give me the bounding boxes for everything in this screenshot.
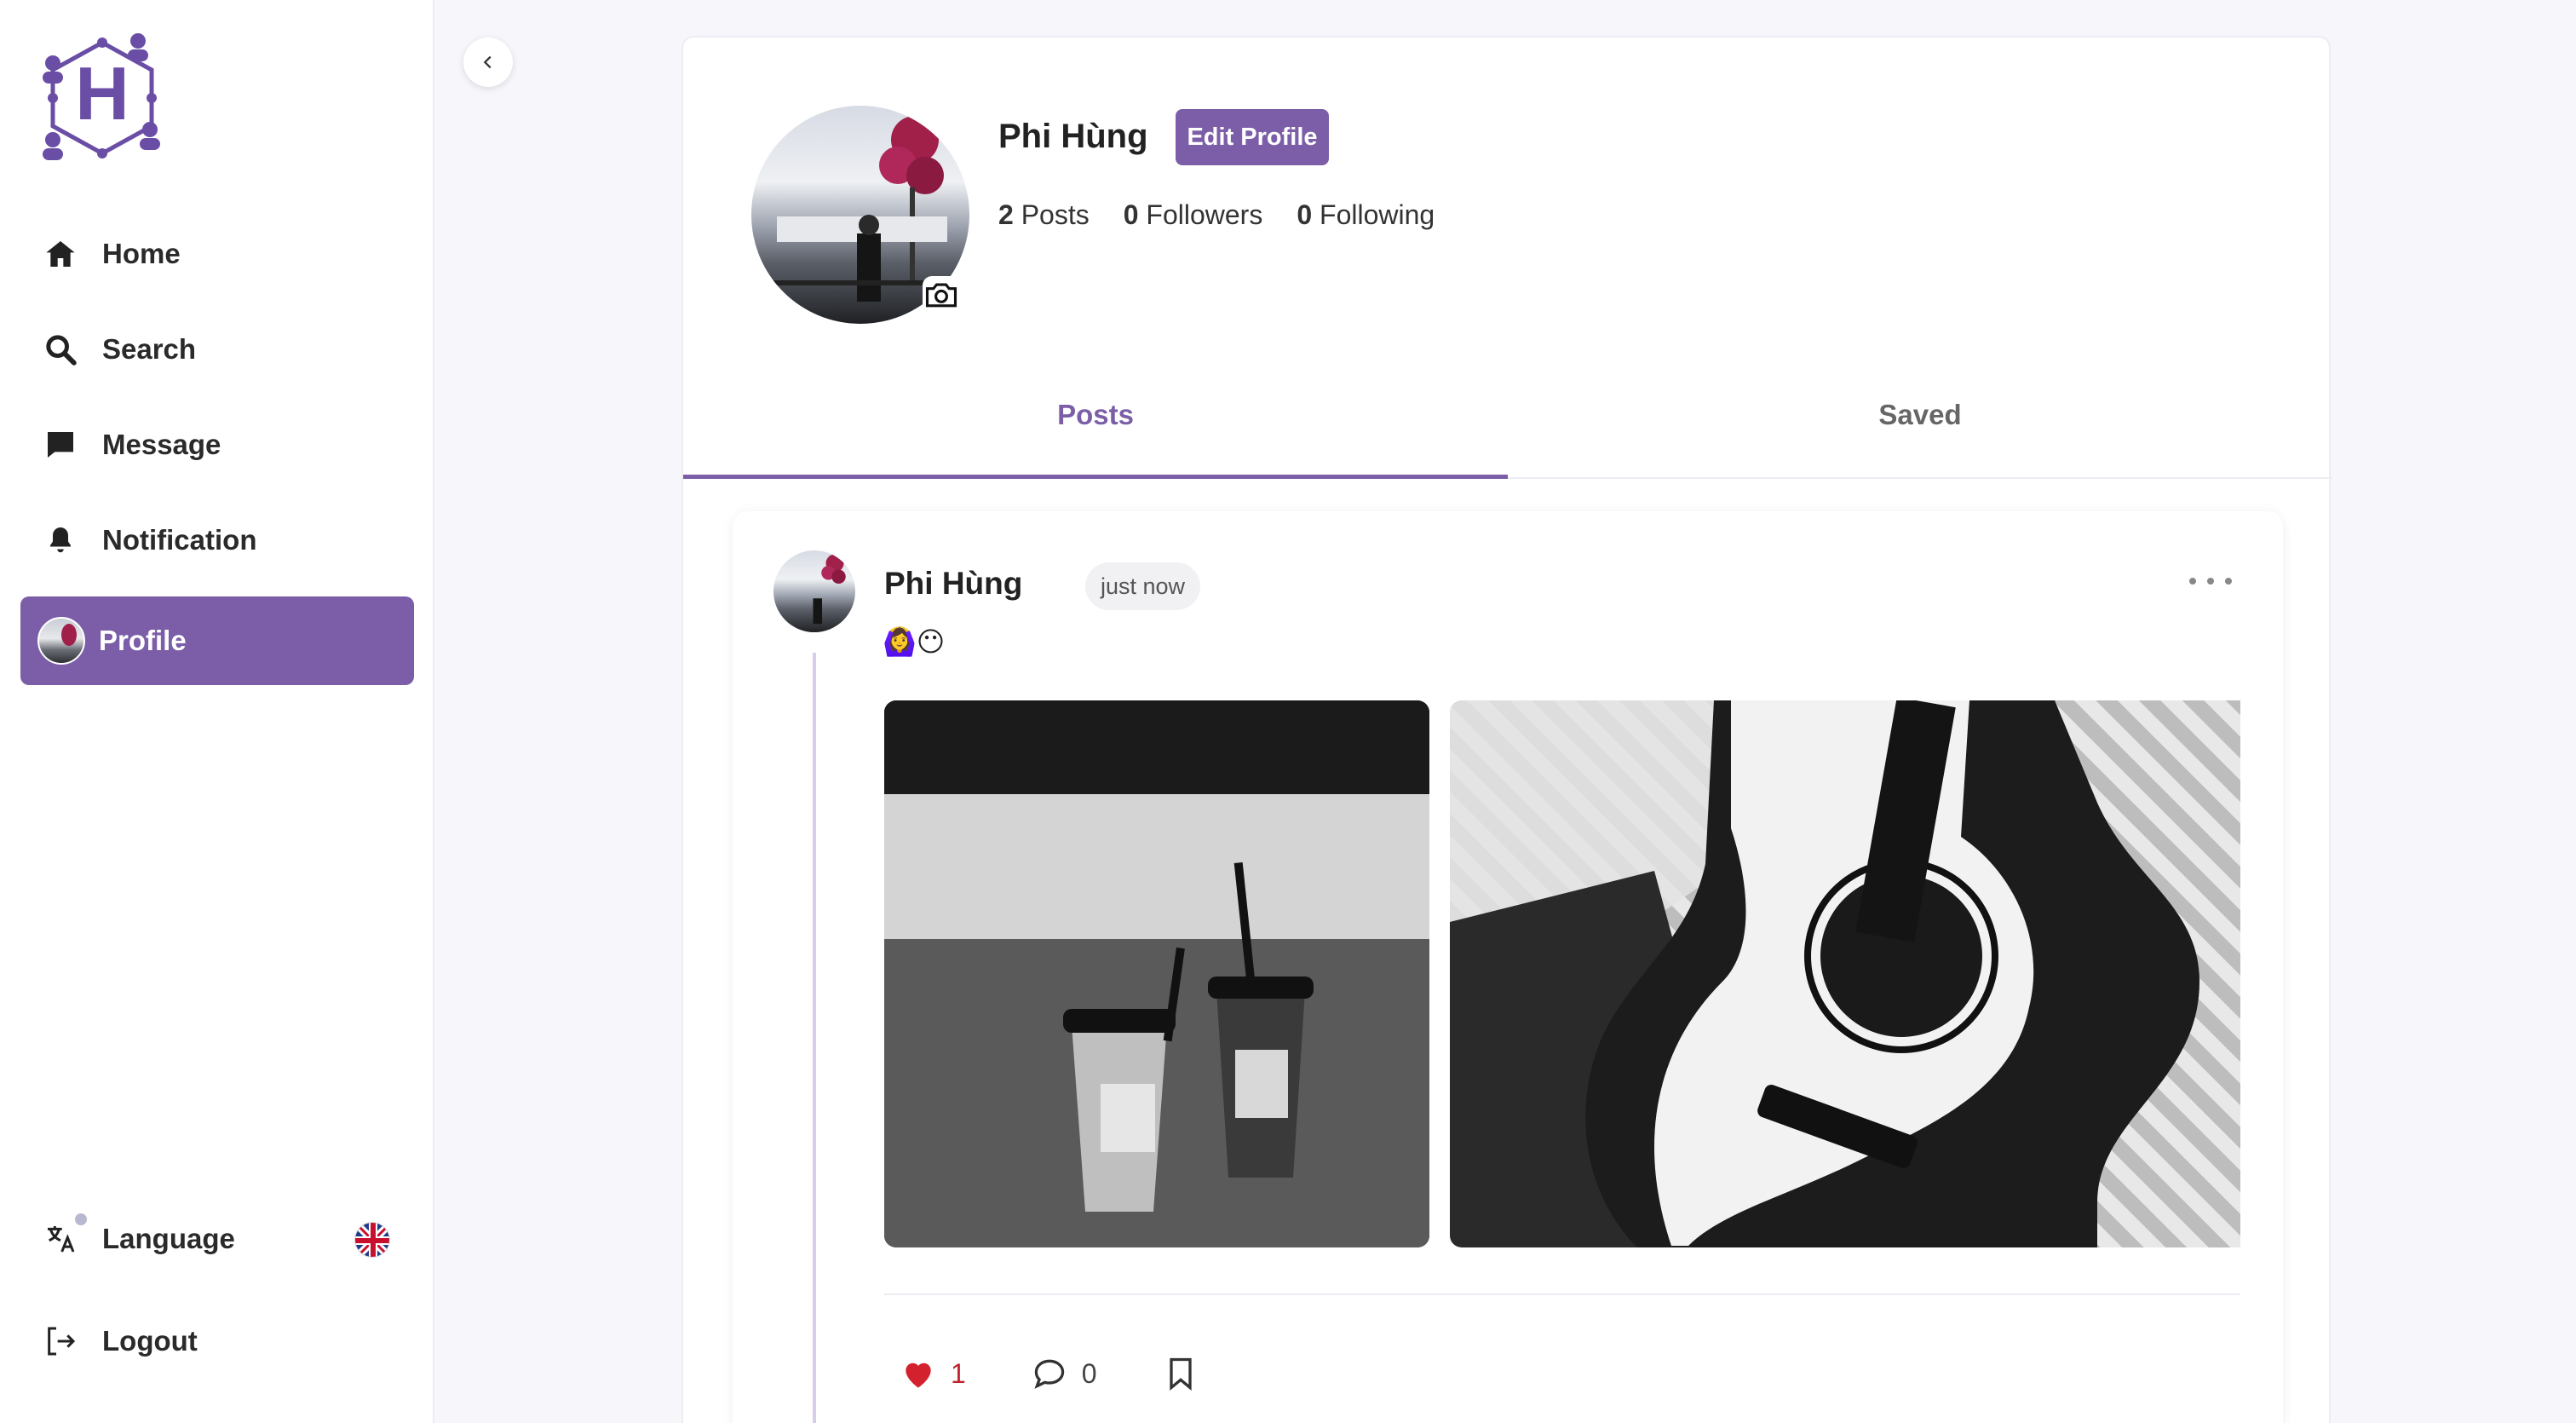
sidebar-item-label: Profile [99, 625, 187, 656]
sidebar-item-label: Message [102, 429, 221, 460]
language-selector[interactable]: Language [20, 1195, 414, 1290]
camera-icon[interactable] [920, 276, 963, 314]
sidebar-item-label: Notification [102, 524, 257, 556]
profile-card: Phi Hùng Edit Profile 2 Posts 0 Follower… [681, 36, 2332, 1423]
app: H Home Search Message Notification Profi… [0, 0, 2576, 1423]
search-icon [43, 331, 78, 367]
post-author-name[interactable]: Phi Hùng [884, 566, 1022, 602]
comment-button[interactable]: 0 [1031, 1355, 1097, 1392]
sidebar-item-search[interactable]: Search [20, 305, 414, 394]
translate-icon [43, 1221, 78, 1257]
message-icon [43, 427, 78, 463]
post-author-avatar[interactable] [773, 550, 855, 632]
logout-label: Logout [102, 1325, 198, 1357]
profile-tabs: Posts Saved [683, 378, 2332, 479]
post-image-coffee[interactable] [884, 700, 1429, 1247]
comment-count: 0 [1081, 1357, 1097, 1389]
save-button[interactable] [1162, 1355, 1213, 1392]
followers-stat[interactable]: 0 Followers [1124, 199, 1263, 231]
post-text: 🙆‍♀️😶 [883, 626, 946, 657]
post-divider [884, 1293, 2240, 1295]
app-logo[interactable]: H [34, 26, 170, 170]
post-image-guitar[interactable] [1450, 700, 2240, 1247]
tab-posts[interactable]: Posts [683, 378, 1508, 479]
sidebar-item-profile[interactable]: Profile [20, 596, 414, 685]
posts-stat[interactable]: 2 Posts [998, 199, 1090, 231]
post-time-badge: just now [1085, 562, 1201, 610]
profile-stats: 2 Posts 0 Followers 0 Following [998, 199, 1435, 231]
tab-saved[interactable]: Saved [1508, 378, 2332, 479]
logout[interactable]: Logout [20, 1297, 414, 1392]
sidebar-item-label: Home [102, 238, 181, 269]
post-actions: 1 0 [900, 1355, 1278, 1392]
heart-icon [906, 1363, 931, 1388]
home-icon [43, 236, 78, 272]
bell-icon [43, 522, 78, 558]
like-button[interactable]: 1 [900, 1355, 966, 1392]
svg-text:H: H [75, 51, 129, 135]
bookmark-icon [1169, 1357, 1192, 1391]
indicator-dot [75, 1213, 87, 1225]
edit-profile-button[interactable]: Edit Profile [1176, 109, 1329, 165]
uk-flag-icon[interactable] [354, 1222, 390, 1258]
sidebar-item-language[interactable]: Language [20, 1195, 414, 1283]
sidebar-item-notification[interactable]: Notification [20, 496, 414, 585]
like-count: 1 [951, 1357, 966, 1389]
sidebar-item-label: Search [102, 333, 197, 365]
following-stat[interactable]: 0 Following [1297, 199, 1435, 231]
more-options-icon[interactable] [2189, 573, 2232, 590]
profile-name: Phi Hùng [998, 118, 1148, 155]
chevron-left-icon [483, 55, 492, 69]
post-card: Phi Hùng just now 🙆‍♀️😶 [733, 511, 2283, 1423]
sidebar: H Home Search Message Notification Profi… [0, 0, 434, 1423]
sidebar-item-message[interactable]: Message [20, 400, 414, 489]
language-label: Language [102, 1223, 235, 1254]
logout-icon [43, 1323, 78, 1359]
thread-line [813, 653, 816, 1423]
main-nav: Home Search Message Notification Profile [20, 210, 414, 692]
comment-icon [1034, 1359, 1065, 1389]
sidebar-item-home[interactable]: Home [20, 210, 414, 298]
sidebar-item-logout[interactable]: Logout [20, 1297, 414, 1386]
collapse-sidebar-button[interactable] [463, 37, 513, 87]
avatar [37, 617, 85, 665]
